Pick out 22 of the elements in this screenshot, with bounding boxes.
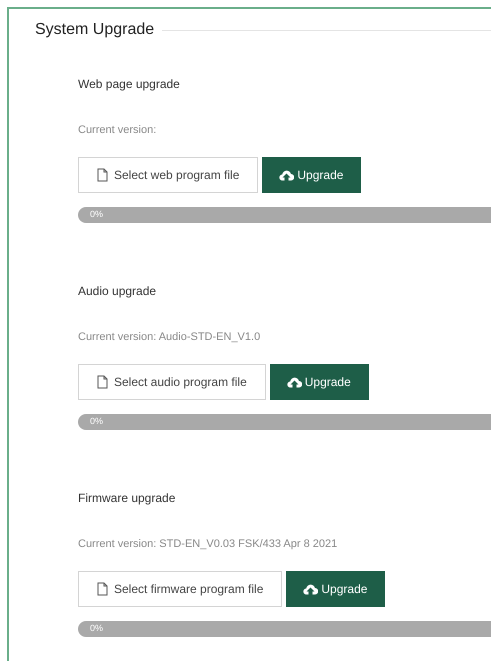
progress-label: 0% xyxy=(90,416,104,426)
section-heading: Audio upgrade xyxy=(78,284,158,298)
select-file-button[interactable]: Select web program file xyxy=(78,157,258,193)
panel-title: System Upgrade xyxy=(35,21,156,39)
file-icon xyxy=(97,582,108,596)
current-version-text: Current version: xyxy=(78,124,158,136)
progress-label: 0% xyxy=(90,623,104,633)
cloud-upload-icon xyxy=(286,376,302,388)
current-version-text: Current version: STD-EN_V0.03 FSK/433 Apr 8 2021 xyxy=(78,538,338,550)
file-icon xyxy=(97,168,108,182)
upgrade-button[interactable]: Upgrade xyxy=(270,364,369,400)
upgrade-button[interactable]: Upgrade xyxy=(286,571,386,607)
upgrade-button[interactable]: Upgrade xyxy=(262,157,362,193)
current-version-text: Current version: Audio-STD-EN_V1.0 xyxy=(78,331,262,343)
section-heading: Web page upgrade xyxy=(78,77,181,91)
select-file-button[interactable]: Select firmware program file xyxy=(78,571,282,607)
progress-label: 0% xyxy=(90,209,104,219)
cloud-upload-icon xyxy=(279,170,294,180)
cloud-upload-icon xyxy=(303,584,318,594)
file-icon xyxy=(97,375,108,389)
select-file-button[interactable]: Select audio program file xyxy=(78,364,266,400)
section-heading: Firmware upgrade xyxy=(78,491,176,505)
